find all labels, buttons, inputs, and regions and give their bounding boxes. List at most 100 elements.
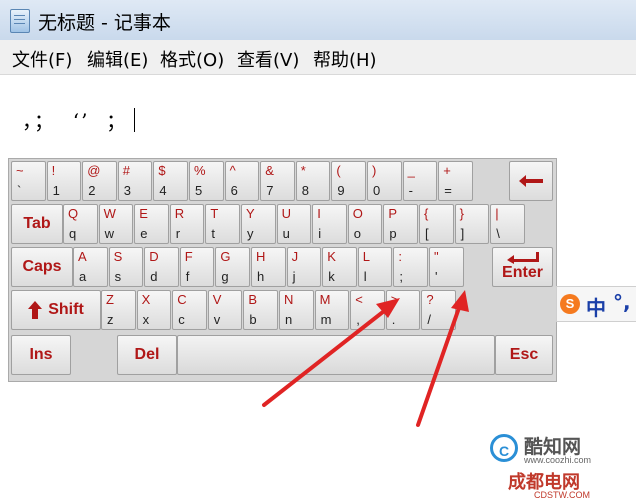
document-content: ，； ‘’ ； xyxy=(22,109,129,133)
key-base-legend: l xyxy=(363,269,367,284)
key-base-legend: o xyxy=(353,226,362,241)
key-u46[interactable]: >. xyxy=(385,290,421,330)
key-u45[interactable]: _ - xyxy=(402,161,438,201)
esc-key-label: Esc xyxy=(509,346,539,363)
shift-key-label: Shift xyxy=(48,301,84,318)
key-a[interactable]: Aa xyxy=(73,247,108,287)
key-z[interactable]: Zz xyxy=(101,290,136,330)
key-p[interactable]: Pp xyxy=(383,204,418,244)
menu-file[interactable]: 文件(F) xyxy=(12,46,72,72)
space-key[interactable] xyxy=(177,335,495,375)
key-shift-legend: $ xyxy=(158,163,166,178)
key-k[interactable]: Kk xyxy=(322,247,357,287)
key-base-legend: 5 xyxy=(195,183,203,198)
key-u96[interactable]: ~ ` xyxy=(11,161,46,201)
key-m[interactable]: Mm xyxy=(314,290,350,330)
coozhi-url: www.coozhi.com xyxy=(524,455,592,465)
key-base-legend: a xyxy=(79,269,87,284)
key-base-legend: y xyxy=(247,226,254,241)
key-0[interactable]: ) 0 xyxy=(367,161,402,201)
ime-toolbar[interactable]: S 中 °, xyxy=(556,286,636,322)
esc-key[interactable]: Esc xyxy=(495,335,553,375)
key-base-legend: b xyxy=(249,312,257,327)
key-3[interactable]: #3 xyxy=(117,161,153,201)
key-shift-legend: R xyxy=(174,206,185,221)
key-s[interactable]: Ss xyxy=(108,247,144,287)
key-h[interactable]: Hh xyxy=(251,247,286,287)
key-r[interactable]: Rr xyxy=(169,204,205,244)
key-q[interactable]: Qq xyxy=(63,204,98,244)
key-base-legend: 6 xyxy=(230,183,238,198)
key-base-legend: h xyxy=(257,269,265,284)
key-base-legend: s xyxy=(114,269,122,284)
key-y[interactable]: Yy xyxy=(241,204,276,244)
key-d[interactable]: Dd xyxy=(144,247,179,287)
key-t[interactable]: Tt xyxy=(205,204,240,244)
backspace-key[interactable] xyxy=(509,161,553,201)
key-4[interactable]: $4 xyxy=(153,161,188,201)
window-title: 无标题 - 记事本 xyxy=(38,12,171,34)
ime-punctuation-indicator[interactable]: °, xyxy=(613,290,631,314)
sogou-logo-icon: S xyxy=(560,294,580,314)
key-u39[interactable]: " ' xyxy=(429,247,464,287)
ins-key[interactable]: Ins xyxy=(11,335,71,375)
key-w[interactable]: Ww xyxy=(98,204,134,244)
key-base-legend: , xyxy=(356,312,360,327)
key-shift-legend: M xyxy=(319,292,331,307)
key-f[interactable]: Ff xyxy=(179,247,215,287)
key-shift-legend: O xyxy=(352,206,363,221)
key-shift-legend: B xyxy=(248,292,258,307)
key-o[interactable]: Oo xyxy=(347,204,383,244)
key-u59[interactable]: :; xyxy=(393,247,428,287)
key-base-legend: n xyxy=(285,312,293,327)
key-6[interactable]: ^ 6 xyxy=(224,161,260,201)
key-n[interactable]: Nn xyxy=(279,290,314,330)
key-l[interactable]: Ll xyxy=(357,247,393,287)
key-shift-legend: W xyxy=(103,206,116,221)
key-b[interactable]: Bb xyxy=(243,290,278,330)
caps-key-label: Caps xyxy=(22,258,62,275)
key-j[interactable]: Jj xyxy=(286,247,322,287)
menu-format[interactable]: 格式(O) xyxy=(160,46,224,72)
menu-view[interactable]: 查看(V) xyxy=(237,46,299,72)
coozhi-logo-icon: C xyxy=(490,434,518,462)
key-base-legend: 2 xyxy=(88,183,96,198)
key-9[interactable]: (9 xyxy=(331,161,366,201)
key-x[interactable]: Xx xyxy=(136,290,172,330)
key-u47[interactable]: ? / xyxy=(421,290,456,330)
enter-key[interactable]: Enter xyxy=(492,247,553,287)
key-u91[interactable]: {[ xyxy=(419,204,454,244)
key-2[interactable]: @2 xyxy=(82,161,117,201)
key-shift-legend: % xyxy=(194,163,206,178)
key-1[interactable]: ! 1 xyxy=(46,161,82,201)
menu-edit[interactable]: 编辑(E) xyxy=(87,46,148,72)
key-7[interactable]: & 7 xyxy=(260,161,295,201)
key-i[interactable]: Ii xyxy=(312,204,347,244)
key-u93[interactable]: }] xyxy=(454,204,490,244)
key-u92[interactable]: | \ xyxy=(490,204,525,244)
key-shift-legend: > xyxy=(390,292,399,307)
key-shift-legend: E xyxy=(139,206,148,221)
shift-key[interactable]: Shift xyxy=(11,290,101,330)
key-g[interactable]: Gg xyxy=(215,247,250,287)
key-base-legend: / xyxy=(427,312,432,327)
key-base-legend: w xyxy=(104,226,114,241)
key-shift-legend: I xyxy=(317,206,321,221)
key-c[interactable]: Cc xyxy=(172,290,207,330)
caps-key[interactable]: Caps xyxy=(11,247,73,287)
del-key[interactable]: Del xyxy=(117,335,177,375)
key-v[interactable]: Vv xyxy=(207,290,243,330)
key-u[interactable]: Uu xyxy=(276,204,312,244)
key-shift-legend: A xyxy=(78,249,87,264)
ime-mode-indicator[interactable]: 中 xyxy=(586,292,606,321)
key-base-legend: i xyxy=(318,226,322,241)
key-8[interactable]: * 8 xyxy=(295,161,331,201)
key-u61[interactable]: + = xyxy=(438,161,473,201)
key-e[interactable]: Ee xyxy=(134,204,169,244)
enter-key-label: Enter xyxy=(502,264,543,281)
key-u44[interactable]: <, xyxy=(350,290,385,330)
key-5[interactable]: % 5 xyxy=(189,161,224,201)
menu-help[interactable]: 帮助(H) xyxy=(313,46,377,72)
menu-bar: 文件(F) 编辑(E) 格式(O) 查看(V) 帮助(H) xyxy=(0,40,636,75)
tab-key[interactable]: Tab xyxy=(11,204,63,244)
